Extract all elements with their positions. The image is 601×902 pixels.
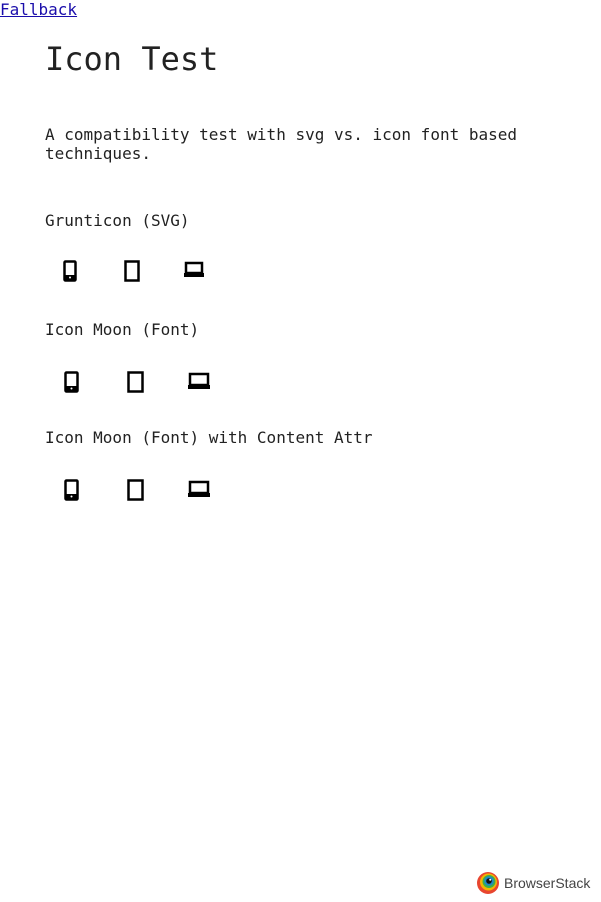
icon-row-grunticon <box>45 260 245 284</box>
phone-icon <box>64 371 79 393</box>
laptop-icon <box>184 261 204 277</box>
phone-icon <box>63 260 77 282</box>
icon-row-icomoon <box>45 371 245 395</box>
laptop-icon <box>188 480 210 497</box>
fallback-link[interactable]: Fallback <box>0 0 77 19</box>
tablet-icon <box>127 371 144 393</box>
tablet-icon <box>124 260 140 282</box>
page-title: Icon Test <box>45 40 219 78</box>
laptop-icon <box>188 372 210 389</box>
icon-row-icomoon-content-attr <box>45 479 245 503</box>
phone-icon <box>64 479 79 501</box>
browserstack-credit: BrowserStack <box>476 871 596 895</box>
page-description: A compatibility test with svg vs. icon f… <box>45 125 518 163</box>
section-heading-grunticon: Grunticon (SVG) <box>45 211 190 230</box>
browserstack-logo-icon <box>477 872 499 894</box>
section-heading-icomoon-content-attr: Icon Moon (Font) with Content Attr <box>45 428 373 447</box>
section-heading-icomoon: Icon Moon (Font) <box>45 320 200 339</box>
browserstack-brand-text: BrowserStack <box>504 875 591 891</box>
tablet-icon <box>127 479 144 501</box>
